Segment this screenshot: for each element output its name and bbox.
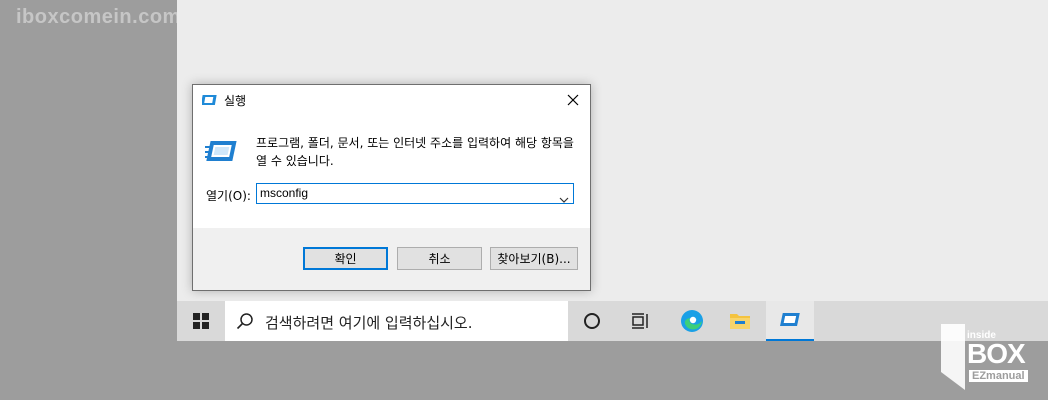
cancel-button[interactable]: 취소 [397, 247, 482, 270]
start-button[interactable] [177, 301, 225, 341]
insidebox-logo: inside BOX EZmanual [933, 322, 1037, 392]
cortana-circle-icon [584, 313, 600, 329]
close-button[interactable] [556, 85, 590, 115]
cortana-button[interactable] [568, 301, 616, 341]
task-view-icon [632, 313, 648, 329]
task-view-button[interactable] [616, 301, 664, 341]
search-icon [236, 312, 254, 334]
run-dialog: 실행 프로그램, 폴더, 문서, 또는 인터넷 주소를 입력하여 해당 항목을 … [192, 84, 591, 291]
open-combobox[interactable]: msconfig [256, 183, 574, 204]
taskbar-search-box[interactable]: 검색하려면 여기에 입력하십시오. [225, 301, 568, 341]
folder-icon [730, 314, 750, 329]
watermark-text: iboxcomein.com [16, 6, 181, 28]
run-app-icon [200, 92, 218, 111]
browse-button[interactable]: 찾아보기(B)... [490, 247, 578, 270]
dialog-description: 프로그램, 폴더, 문서, 또는 인터넷 주소를 입력하여 해당 항목을 열 수… [256, 136, 574, 168]
chevron-down-icon[interactable] [559, 189, 569, 208]
close-icon [567, 94, 579, 106]
ok-button[interactable]: 확인 [303, 247, 388, 270]
edge-browser-button[interactable] [668, 301, 716, 341]
file-explorer-button[interactable] [716, 301, 764, 341]
title-bar[interactable]: 실행 [193, 85, 590, 115]
open-label: 열기(O): [206, 189, 251, 203]
open-input[interactable]: msconfig [260, 186, 308, 200]
logo-sub-text: EZmanual [969, 370, 1028, 382]
windows-logo-icon [193, 313, 209, 329]
run-app-icon [780, 313, 800, 326]
run-taskbar-button[interactable] [766, 301, 814, 341]
taskbar: 검색하려면 여기에 입력하십시오. [177, 301, 1048, 341]
dialog-title: 실행 [224, 94, 247, 108]
dialog-body: 프로그램, 폴더, 문서, 또는 인터넷 주소를 입력하여 해당 항목을 열 수… [193, 115, 590, 228]
logo-big-text: BOX [967, 338, 1026, 369]
edge-icon [681, 310, 703, 332]
run-large-icon [205, 139, 239, 169]
search-placeholder: 검색하려면 여기에 입력하십시오. [265, 314, 473, 332]
